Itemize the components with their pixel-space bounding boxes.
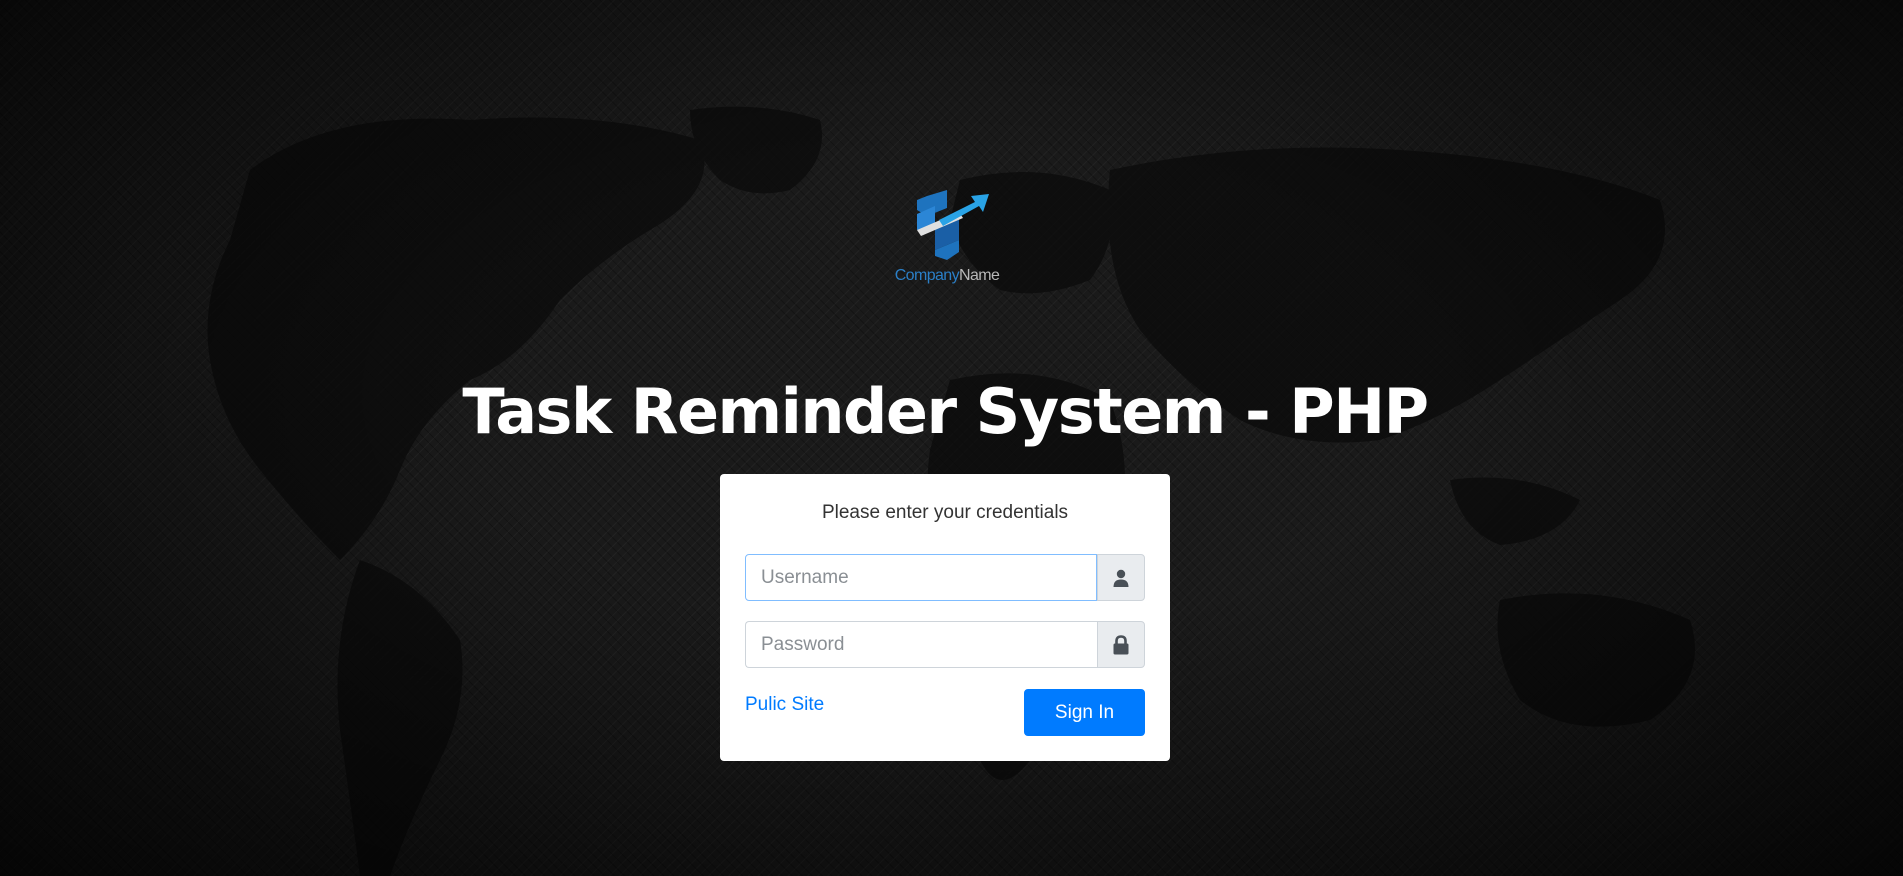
lock-icon: [1113, 634, 1129, 654]
logo-text: CompanyName: [884, 267, 1010, 285]
username-input[interactable]: [745, 554, 1097, 601]
company-logo: CompanyName: [884, 190, 1010, 285]
logo-mark-icon: [917, 190, 989, 260]
login-message: Please enter your credentials: [821, 502, 1069, 523]
username-addon: [1097, 554, 1145, 601]
password-addon: [1097, 621, 1145, 668]
public-site-link[interactable]: Pulic Site: [745, 694, 824, 716]
page-title: Task Reminder System - PHP: [462, 375, 1429, 448]
username-group: [745, 554, 1145, 601]
password-group: [745, 621, 1145, 668]
user-icon: [1113, 569, 1129, 587]
logo-company-text: Company: [894, 267, 960, 284]
login-card: Please enter your credentials Pulic Site…: [720, 474, 1170, 761]
sign-in-button[interactable]: Sign In: [1024, 689, 1145, 736]
logo-name-text: Name: [959, 267, 1000, 284]
password-input[interactable]: [745, 621, 1097, 668]
